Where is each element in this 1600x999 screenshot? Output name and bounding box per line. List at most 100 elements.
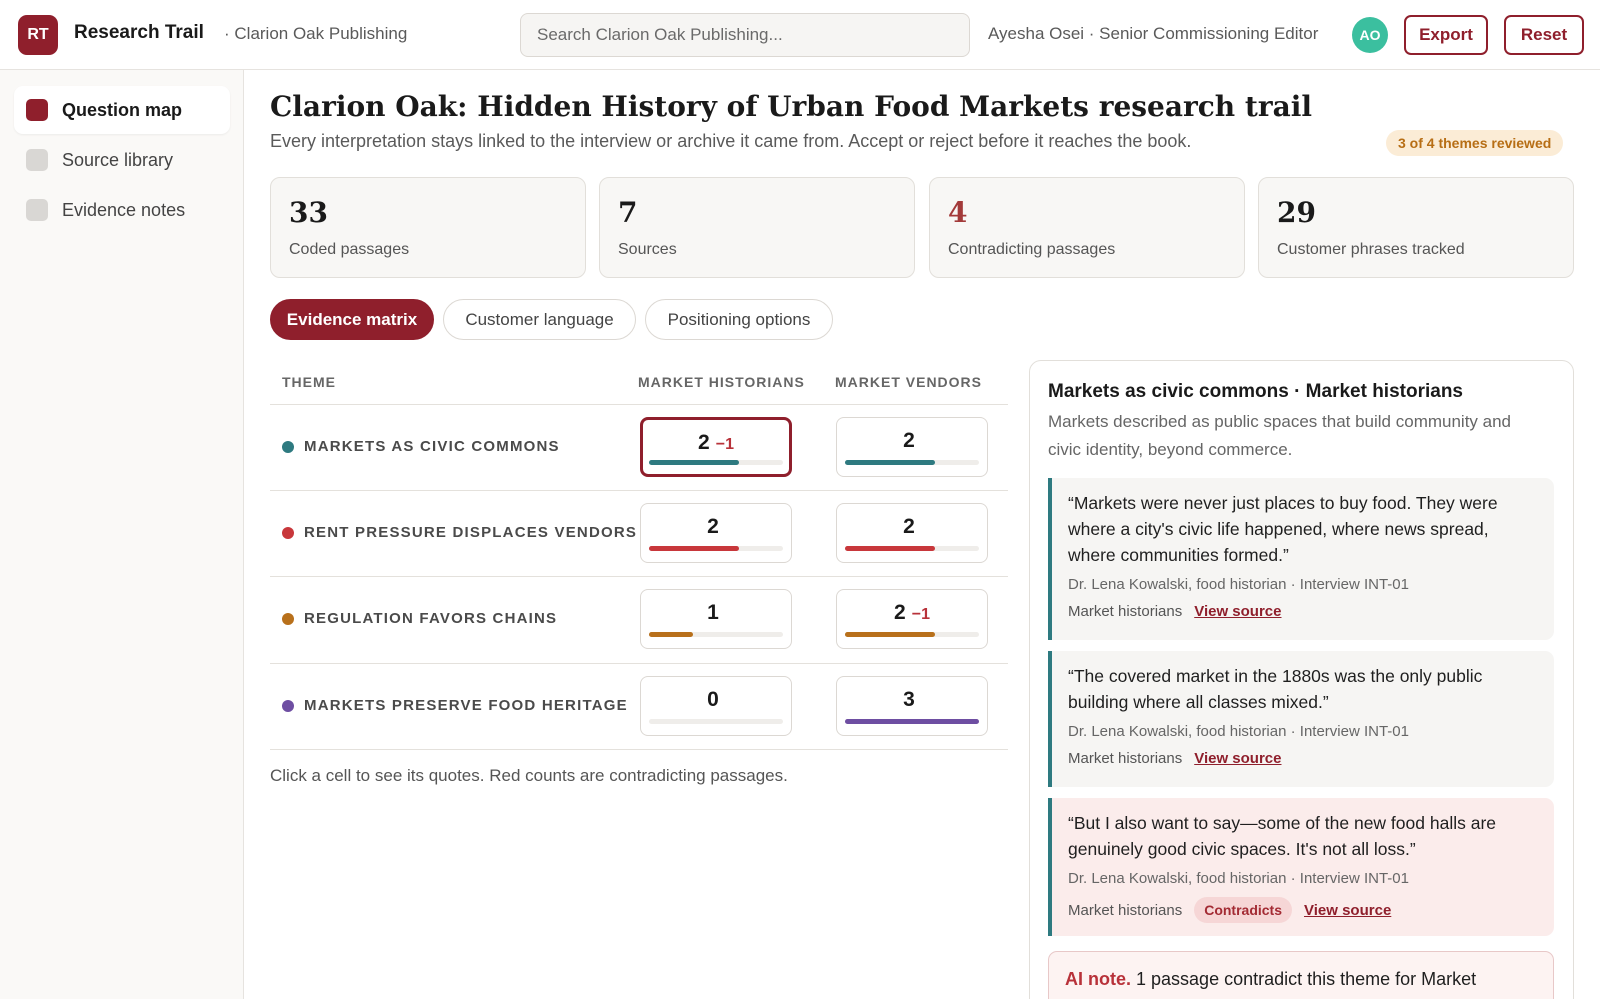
count-bar-track bbox=[649, 460, 783, 465]
stat-label: Customer phrases tracked bbox=[1277, 241, 1465, 258]
question-map-icon bbox=[26, 99, 48, 121]
count-bar-track bbox=[845, 719, 979, 724]
sidebar: Question map Source library Evidence not… bbox=[0, 70, 244, 999]
count-bar-track bbox=[649, 632, 783, 637]
count-bar-fill bbox=[649, 460, 739, 465]
stat-label: Coded passages bbox=[289, 241, 410, 258]
top-bar: RT Research Trail · Clarion Oak Publishi… bbox=[0, 0, 1600, 70]
cell-count: 2 −1 bbox=[837, 601, 987, 625]
theme-label: MARKETS PRESERVE FOOD HERITAGE bbox=[282, 697, 628, 714]
view-source-link[interactable]: View source bbox=[1194, 603, 1281, 620]
row-divider bbox=[270, 490, 1008, 491]
stat-value: 29 bbox=[1277, 196, 1316, 229]
quote-citation: Dr. Lena Kowalski, food historian · Inte… bbox=[1068, 723, 1409, 740]
count-bar-track bbox=[649, 546, 783, 551]
count-value: 2 bbox=[894, 601, 906, 624]
stat-value: 7 bbox=[618, 196, 638, 229]
count-bar-fill bbox=[845, 546, 935, 551]
stat-card-coded-passages: 33 Coded passages bbox=[270, 177, 586, 278]
sidebar-item-source-library[interactable]: Source library bbox=[14, 136, 230, 184]
view-source-link[interactable]: View source bbox=[1194, 750, 1281, 767]
count-bar-track bbox=[649, 719, 783, 724]
sidebar-item-label: Source library bbox=[62, 149, 174, 170]
page-subtitle: Every interpretation stays linked to the… bbox=[270, 131, 1192, 151]
matrix-cell[interactable]: 0 bbox=[640, 676, 792, 736]
app-title: Research Trail bbox=[74, 22, 204, 43]
stat-value: 33 bbox=[289, 196, 328, 229]
count-value: 1 bbox=[707, 601, 719, 624]
theme-name: RENT PRESSURE DISPLACES VENDORS bbox=[304, 524, 638, 541]
cell-count: 0 bbox=[641, 688, 791, 712]
sidebar-item-question-map[interactable]: Question map bbox=[14, 86, 230, 134]
count-value: 2 bbox=[903, 515, 915, 538]
quote-group: Market historians bbox=[1068, 901, 1183, 919]
panel-description: Markets described as public spaces that … bbox=[1048, 412, 1512, 459]
evidence-notes-icon bbox=[26, 199, 48, 221]
matrix-cell[interactable]: 2 bbox=[640, 503, 792, 563]
sidebar-item-label: Evidence notes bbox=[62, 199, 186, 220]
quote-detail-panel: Markets as civic commons · Market histor… bbox=[1029, 360, 1574, 999]
ai-note-text: 1 passage contradict this theme for Mark… bbox=[1136, 969, 1477, 989]
contradiction-count: −1 bbox=[715, 436, 734, 453]
tab-customer-language[interactable]: Customer language bbox=[443, 299, 636, 340]
cell-count: 2 bbox=[837, 429, 987, 453]
stat-card-contradicting-passages: 4 Contradicting passages bbox=[929, 177, 1245, 278]
theme-name: MARKETS PRESERVE FOOD HERITAGE bbox=[304, 697, 628, 714]
cell-count: 2 −1 bbox=[643, 431, 789, 455]
avatar[interactable]: AO bbox=[1352, 17, 1388, 53]
export-button[interactable]: Export bbox=[1404, 15, 1488, 55]
reset-button[interactable]: Reset bbox=[1504, 15, 1584, 55]
ai-note: AI note. 1 passage contradict this theme… bbox=[1048, 951, 1554, 999]
theme-label: REGULATION FAVORS CHAINS bbox=[282, 610, 557, 627]
quote-meta: Market historians Contradicts View sourc… bbox=[1068, 897, 1538, 923]
matrix-cell[interactable]: 1 bbox=[640, 589, 792, 649]
quote-group: Market historians bbox=[1068, 750, 1183, 767]
user-name: Ayesha Osei · Senior Commissioning Edito… bbox=[988, 24, 1319, 43]
matrix-cell[interactable]: 3 bbox=[836, 676, 988, 736]
quote-citation: Dr. Lena Kowalski, food historian · Inte… bbox=[1068, 870, 1409, 887]
count-value: 3 bbox=[903, 688, 915, 711]
count-bar-fill bbox=[845, 632, 935, 637]
theme-color-dot bbox=[282, 612, 294, 625]
matrix-cell[interactable]: 2 −1 bbox=[836, 589, 988, 649]
count-bar-fill bbox=[649, 632, 694, 637]
org-name: · Clarion Oak Publishing bbox=[224, 24, 408, 43]
quote-card: “The covered market in the 1880s was the… bbox=[1048, 651, 1554, 787]
theme-label: RENT PRESSURE DISPLACES VENDORS bbox=[282, 524, 637, 541]
column-header-market-vendors: MARKET VENDORS bbox=[835, 374, 983, 390]
count-bar-track bbox=[845, 546, 979, 551]
quote-card: “Markets were never just places to buy f… bbox=[1048, 478, 1554, 640]
cell-count: 3 bbox=[837, 688, 987, 712]
tab-positioning-options[interactable]: Positioning options bbox=[645, 299, 833, 340]
sidebar-item-label: Question map bbox=[62, 99, 183, 120]
column-header-theme: THEME bbox=[282, 374, 336, 390]
cell-count: 1 bbox=[641, 601, 791, 625]
quote-citation: Dr. Lena Kowalski, food historian · Inte… bbox=[1068, 576, 1409, 593]
row-divider bbox=[270, 404, 1008, 405]
view-source-link[interactable]: View source bbox=[1304, 902, 1391, 919]
count-value: 0 bbox=[707, 688, 719, 711]
stat-card-customer-phrases: 29 Customer phrases tracked bbox=[1258, 177, 1574, 278]
matrix-cell[interactable]: 2 −1 bbox=[640, 417, 792, 477]
count-value: 2 bbox=[698, 431, 710, 454]
sidebar-item-evidence-notes[interactable]: Evidence notes bbox=[14, 186, 230, 234]
count-bar-fill bbox=[845, 460, 935, 465]
quote-text: “The covered market in the 1880s was the… bbox=[1068, 666, 1483, 712]
cell-count: 2 bbox=[641, 515, 791, 539]
theme-color-dot bbox=[282, 699, 294, 712]
row-divider bbox=[270, 749, 1008, 750]
search-input[interactable] bbox=[520, 13, 970, 57]
count-value: 2 bbox=[707, 515, 719, 538]
matrix-cell[interactable]: 2 bbox=[836, 417, 988, 477]
count-bar-fill bbox=[649, 546, 739, 551]
column-header-market-historians: MARKET HISTORIANS bbox=[638, 374, 805, 390]
count-bar-fill bbox=[845, 719, 979, 724]
ai-note-label: AI note. bbox=[1065, 969, 1131, 989]
stat-value: 4 bbox=[948, 196, 968, 229]
contradicts-badge: Contradicts bbox=[1194, 897, 1293, 923]
matrix-cell[interactable]: 2 bbox=[836, 503, 988, 563]
quote-card-contradicting: “But I also want to say—some of the new … bbox=[1048, 798, 1554, 936]
tab-evidence-matrix[interactable]: Evidence matrix bbox=[270, 299, 434, 340]
page-title: Clarion Oak: Hidden History of Urban Foo… bbox=[270, 90, 1312, 123]
source-library-icon bbox=[26, 149, 48, 171]
